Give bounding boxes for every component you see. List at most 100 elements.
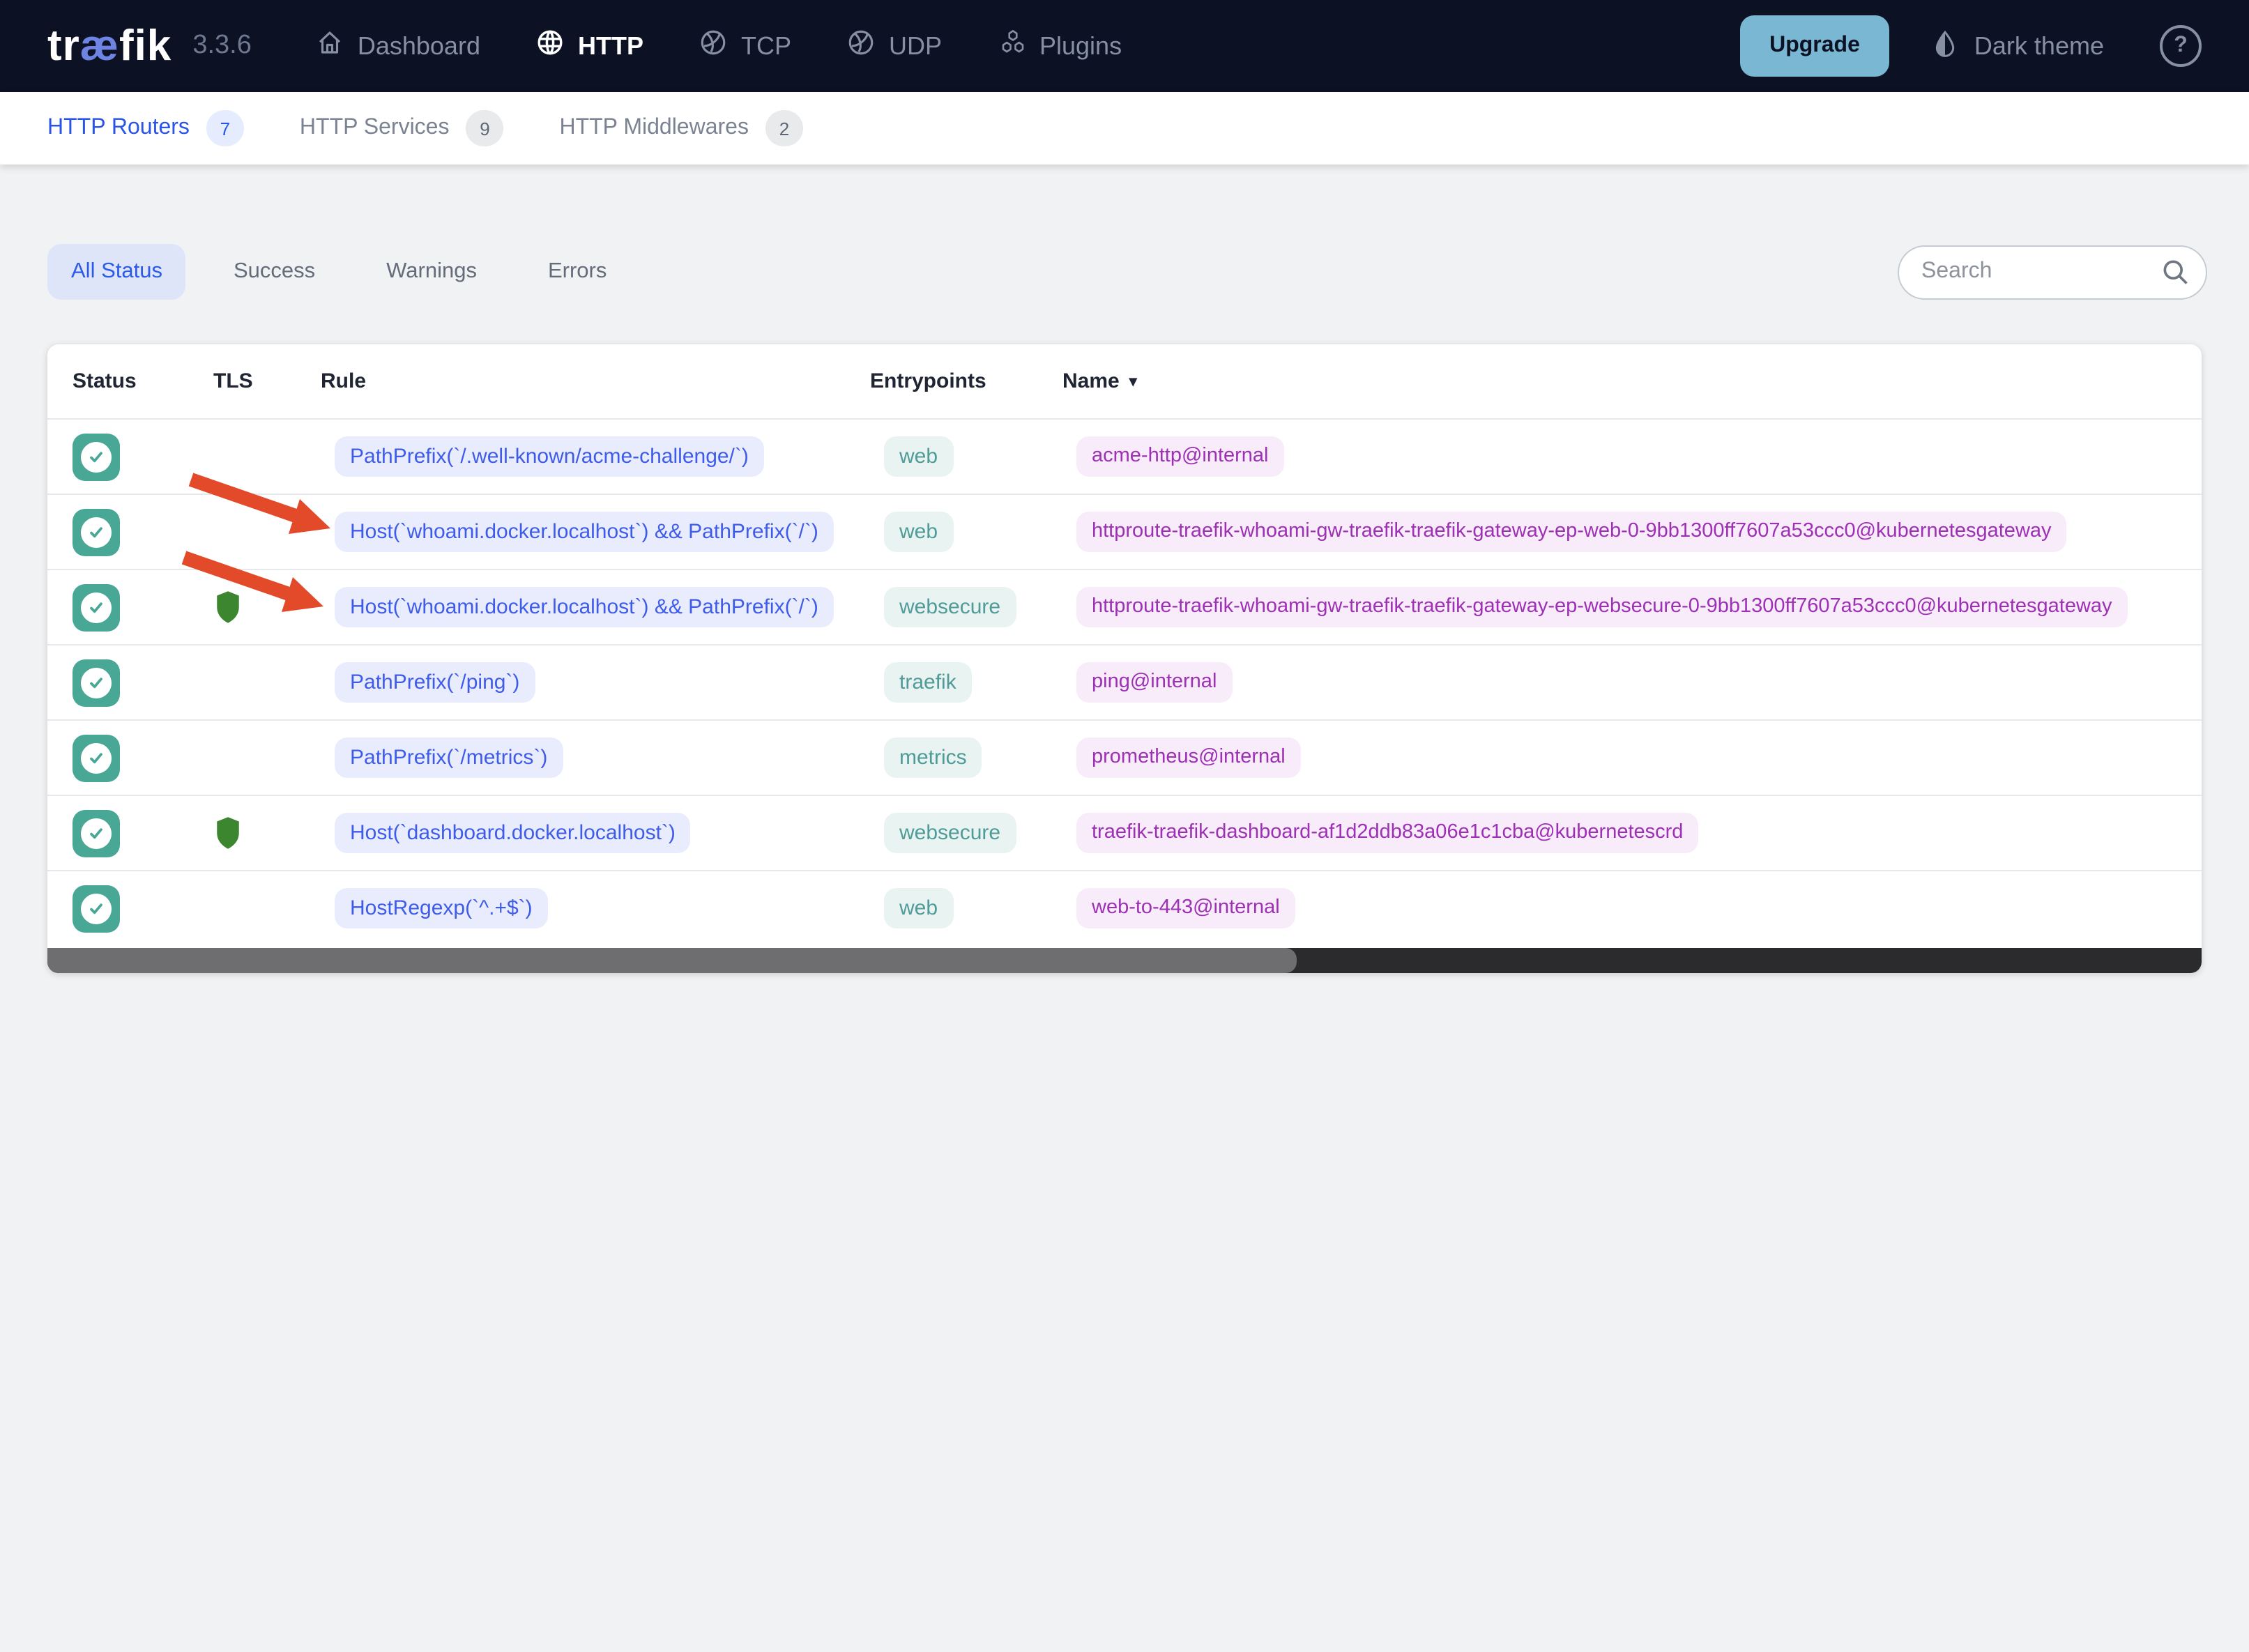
count-badge: 7	[206, 110, 244, 146]
rule-cell: Host(`whoami.docker.localhost`) && PathP…	[301, 586, 859, 628]
filter-success[interactable]: Success	[210, 244, 339, 300]
rule-badge: PathPrefix(`/metrics`)	[335, 737, 563, 779]
status-cell	[47, 433, 192, 480]
column-header-tls[interactable]: TLS	[192, 369, 301, 393]
rule-cell: HostRegexp(`^.+$`)	[301, 887, 859, 929]
nav-item-dashboard[interactable]: Dashboard	[316, 28, 480, 64]
entrypoints-cell: traefik	[859, 661, 1062, 703]
status-filter-row: All Status Success Warnings Errors	[47, 244, 2207, 300]
rule-badge: PathPrefix(`/.well-known/acme-challenge/…	[335, 436, 764, 477]
status-cell	[47, 508, 192, 556]
table-row[interactable]: PathPrefix(`/metrics`) metrics prometheu…	[47, 719, 2202, 795]
dark-theme-toggle[interactable]: Dark theme	[1931, 29, 2104, 63]
name-cell: httproute-traefik-whoami-gw-traefik-trae…	[1062, 587, 2202, 627]
app-header: tr æ fik 3.3.6 Dashboard HTTP TCP UDP Pl…	[0, 0, 2249, 92]
tab-label: HTTP Services	[299, 116, 450, 139]
table-row[interactable]: HostRegexp(`^.+$`) web web-to-443@intern…	[47, 870, 2202, 945]
rule-badge: HostRegexp(`^.+$`)	[335, 887, 548, 929]
scrollbar-thumb[interactable]	[47, 948, 1297, 973]
tab-http-services[interactable]: HTTP Services 9	[300, 110, 504, 146]
status-ok-icon	[73, 734, 120, 781]
name-badge: httproute-traefik-whoami-gw-traefik-trae…	[1076, 512, 2067, 552]
tls-cell	[192, 740, 301, 775]
nav-label: TCP	[740, 31, 791, 59]
table-row[interactable]: Host(`whoami.docker.localhost`) && PathP…	[47, 494, 2202, 569]
column-header-name[interactable]: Name ▾	[1062, 369, 2202, 393]
name-badge: httproute-traefik-whoami-gw-traefik-trae…	[1076, 587, 2128, 627]
subnav: HTTP Routers 7 HTTP Services 9 HTTP Midd…	[0, 92, 2249, 165]
tls-cell	[192, 816, 301, 850]
help-icon[interactable]: ?	[2160, 25, 2202, 67]
tls-cell	[192, 590, 301, 625]
entrypoint-badge: websecure	[884, 586, 1016, 628]
home-icon	[316, 28, 345, 64]
header-right: Upgrade Dark theme ?	[1740, 15, 2202, 77]
name-cell: httproute-traefik-whoami-gw-traefik-trae…	[1062, 512, 2202, 552]
tab-http-middlewares[interactable]: HTTP Middlewares 2	[559, 110, 803, 146]
table-row[interactable]: PathPrefix(`/.well-known/acme-challenge/…	[47, 418, 2202, 494]
table-row[interactable]: Host(`whoami.docker.localhost`) && PathP…	[47, 569, 2202, 644]
rule-cell: PathPrefix(`/ping`)	[301, 661, 859, 703]
name-cell: ping@internal	[1062, 662, 2202, 703]
count-badge: 9	[466, 110, 504, 146]
table-row[interactable]: PathPrefix(`/ping`) traefik ping@interna…	[47, 644, 2202, 719]
nav-item-plugins[interactable]: Plugins	[998, 28, 1122, 64]
column-header-entrypoints[interactable]: Entrypoints	[859, 369, 1062, 393]
status-ok-icon	[73, 885, 120, 932]
filter-all-status[interactable]: All Status	[47, 244, 186, 300]
horizontal-scrollbar[interactable]	[47, 948, 2202, 973]
globe-icon	[699, 28, 729, 64]
sort-caret-icon: ▾	[1129, 374, 1137, 390]
rule-badge: Host(`dashboard.docker.localhost`)	[335, 812, 691, 854]
contrast-droplet-icon	[1931, 29, 1959, 63]
rule-cell: PathPrefix(`/metrics`)	[301, 737, 859, 779]
column-header-status[interactable]: Status	[47, 369, 192, 393]
rule-cell: Host(`dashboard.docker.localhost`)	[301, 812, 859, 854]
rule-badge: Host(`whoami.docker.localhost`) && PathP…	[335, 586, 834, 628]
entrypoint-badge: web	[884, 436, 954, 477]
nav-label: UDP	[888, 31, 942, 59]
tls-shield-icon	[213, 590, 301, 625]
traefik-logo[interactable]: tr æ fik	[47, 21, 171, 71]
entrypoint-badge: web	[884, 511, 954, 553]
table-row[interactable]: Host(`dashboard.docker.localhost`) webse…	[47, 795, 2202, 870]
status-ok-icon	[73, 809, 120, 857]
rule-badge: PathPrefix(`/ping`)	[335, 661, 535, 703]
cubes-icon	[998, 28, 1027, 64]
name-cell: acme-http@internal	[1062, 436, 2202, 477]
tls-cell	[192, 439, 301, 474]
tls-cell	[192, 665, 301, 700]
entrypoints-cell: metrics	[859, 737, 1062, 779]
nav-item-udp[interactable]: UDP	[847, 28, 942, 64]
entrypoints-cell: web	[859, 436, 1062, 477]
entrypoints-cell: websecure	[859, 812, 1062, 854]
tab-http-routers[interactable]: HTTP Routers 7	[47, 110, 244, 146]
status-cell	[47, 659, 192, 706]
entrypoints-cell: websecure	[859, 586, 1062, 628]
status-cell	[47, 734, 192, 781]
nav-item-http[interactable]: HTTP	[536, 28, 643, 64]
entrypoint-badge: metrics	[884, 737, 982, 779]
globe-icon	[536, 28, 565, 64]
nav-item-tcp[interactable]: TCP	[699, 28, 791, 64]
count-badge: 2	[765, 110, 803, 146]
search-box	[1898, 245, 2207, 299]
upgrade-button[interactable]: Upgrade	[1740, 15, 1889, 77]
traefik-dashboard: tr æ fik 3.3.6 Dashboard HTTP TCP UDP Pl…	[0, 0, 2249, 1652]
table-body: PathPrefix(`/.well-known/acme-challenge/…	[47, 418, 2202, 945]
status-ok-icon	[73, 659, 120, 706]
filter-warnings[interactable]: Warnings	[363, 244, 501, 300]
status-cell	[47, 809, 192, 857]
rule-cell: Host(`whoami.docker.localhost`) && PathP…	[301, 511, 859, 553]
column-header-rule[interactable]: Rule	[301, 369, 859, 393]
tls-shield-icon	[213, 816, 301, 850]
name-badge: ping@internal	[1076, 662, 1233, 703]
status-ok-icon	[73, 508, 120, 556]
status-ok-icon	[73, 583, 120, 631]
tls-cell	[192, 514, 301, 549]
filter-errors[interactable]: Errors	[524, 244, 630, 300]
status-cell	[47, 885, 192, 932]
search-icon	[2160, 256, 2190, 286]
name-cell: traefik-traefik-dashboard-af1d2ddb83a06e…	[1062, 813, 2202, 853]
entrypoint-badge: traefik	[884, 661, 972, 703]
